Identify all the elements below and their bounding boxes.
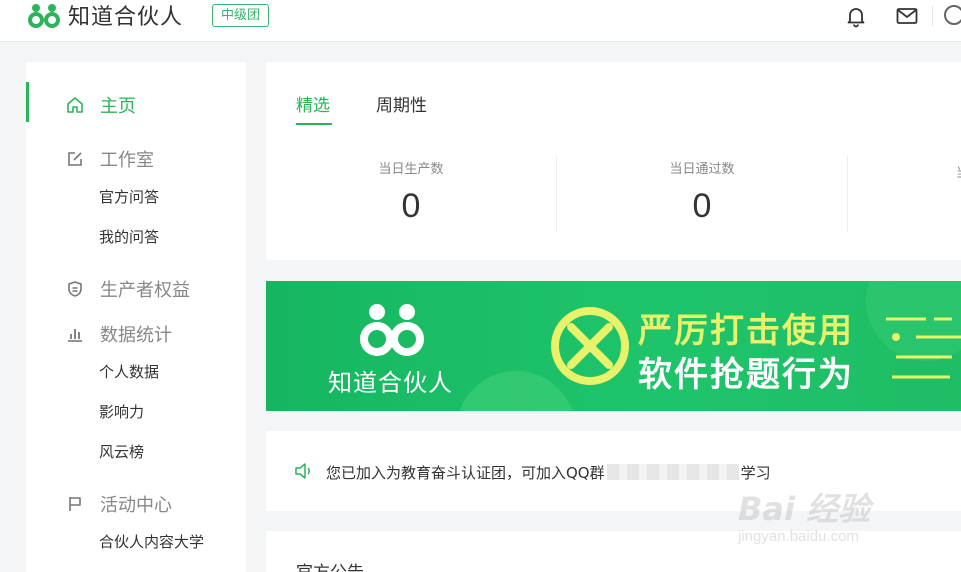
active-indicator — [26, 82, 29, 122]
stat-value: 0 — [692, 187, 712, 225]
sidebar-item-label: 数据统计 — [100, 325, 172, 346]
stat-daily-approved: 当日通过数 0 — [557, 158, 847, 226]
top-header: 知道合伙人 中级团 — [0, 0, 961, 42]
level-badge: 中级团 — [212, 4, 270, 27]
sidebar-subitem-influence[interactable]: 影响力 — [99, 401, 144, 422]
logo-icon — [28, 4, 60, 28]
announcement-title: 官方公告 — [296, 558, 364, 572]
brand-name: 知道合伙人 — [68, 5, 184, 30]
stat-label: 当日生产数 — [378, 162, 444, 177]
speaker-icon — [295, 463, 310, 479]
stat-divider — [847, 156, 848, 232]
mail-icon[interactable] — [895, 4, 919, 28]
sidebar: 主页 工作室 官方问答 我的问答 生产者权益 数据统计 个人数据 影响力 风云榜… — [26, 62, 246, 572]
baidu-watermark: Bai 经验 jingyan.baidu.com — [738, 478, 938, 553]
sidebar-subitem-personal-data[interactable]: 个人数据 — [99, 361, 159, 382]
header-divider — [932, 6, 933, 26]
tab-underline — [296, 123, 332, 125]
sidebar-item-label: 工作室 — [100, 150, 154, 171]
sidebar-item-activity[interactable]: 活动中心 — [66, 491, 172, 517]
notice-prefix: 您已加入为教育奋斗认证团，可加入QQ群 — [326, 464, 605, 482]
sidebar-subitem-official-qa[interactable]: 官方问答 — [99, 186, 159, 207]
notice-text: 您已加入为教育奋斗认证团，可加入QQ群 学习 — [326, 462, 771, 483]
stat-daily-produced: 当日生产数 0 — [266, 158, 556, 226]
stat-label: 当日通过数 — [669, 162, 735, 177]
tab-periodic[interactable]: 周期性 — [376, 91, 427, 116]
logo[interactable]: 知道合伙人 — [26, 2, 184, 30]
sidebar-item-studio[interactable]: 工作室 — [66, 146, 154, 172]
stat-label-partial: 当 — [956, 162, 961, 181]
sidebar-subitem-my-qa[interactable]: 我的问答 — [99, 226, 159, 247]
tab-featured[interactable]: 精选 — [296, 91, 330, 116]
avatar[interactable] — [944, 5, 961, 25]
sidebar-item-rights[interactable]: 生产者权益 — [66, 276, 190, 302]
sidebar-item-label: 活动中心 — [100, 495, 172, 516]
home-icon — [67, 97, 83, 113]
watermark-sub: jingyan.baidu.com — [738, 528, 859, 545]
sidebar-item-home[interactable]: 主页 — [66, 92, 136, 118]
prohibit-icon — [551, 307, 629, 385]
sidebar-subitem-university[interactable]: 合伙人内容大学 — [99, 531, 204, 552]
watermark-main: Bai 经验 — [738, 490, 871, 528]
sidebar-subitem-leaderboard[interactable]: 风云榜 — [99, 441, 144, 462]
banner-logo-icon — [360, 304, 424, 356]
sidebar-item-label: 生产者权益 — [100, 280, 190, 301]
shield-icon — [68, 281, 82, 297]
bell-icon[interactable] — [844, 4, 868, 28]
sidebar-item-label: 主页 — [100, 96, 136, 117]
promo-banner[interactable]: 知道合伙人 严厉打击使用 软件抢题行为 — [266, 281, 961, 411]
stats-card: 精选 周期性 当日生产数 0 当日通过数 0 当 — [266, 62, 961, 260]
banner-brand: 知道合伙人 — [328, 369, 453, 397]
redacted-group-number — [606, 464, 739, 480]
stat-value: 0 — [401, 187, 421, 225]
banner-stripes — [886, 317, 961, 379]
banner-headline-1: 严厉打击使用 — [638, 311, 854, 351]
flag-icon — [69, 497, 81, 511]
edit-icon — [68, 152, 82, 166]
banner-headline-2: 软件抢题行为 — [638, 355, 854, 395]
bar-chart-icon — [68, 329, 82, 342]
sidebar-item-stats[interactable]: 数据统计 — [66, 321, 172, 347]
